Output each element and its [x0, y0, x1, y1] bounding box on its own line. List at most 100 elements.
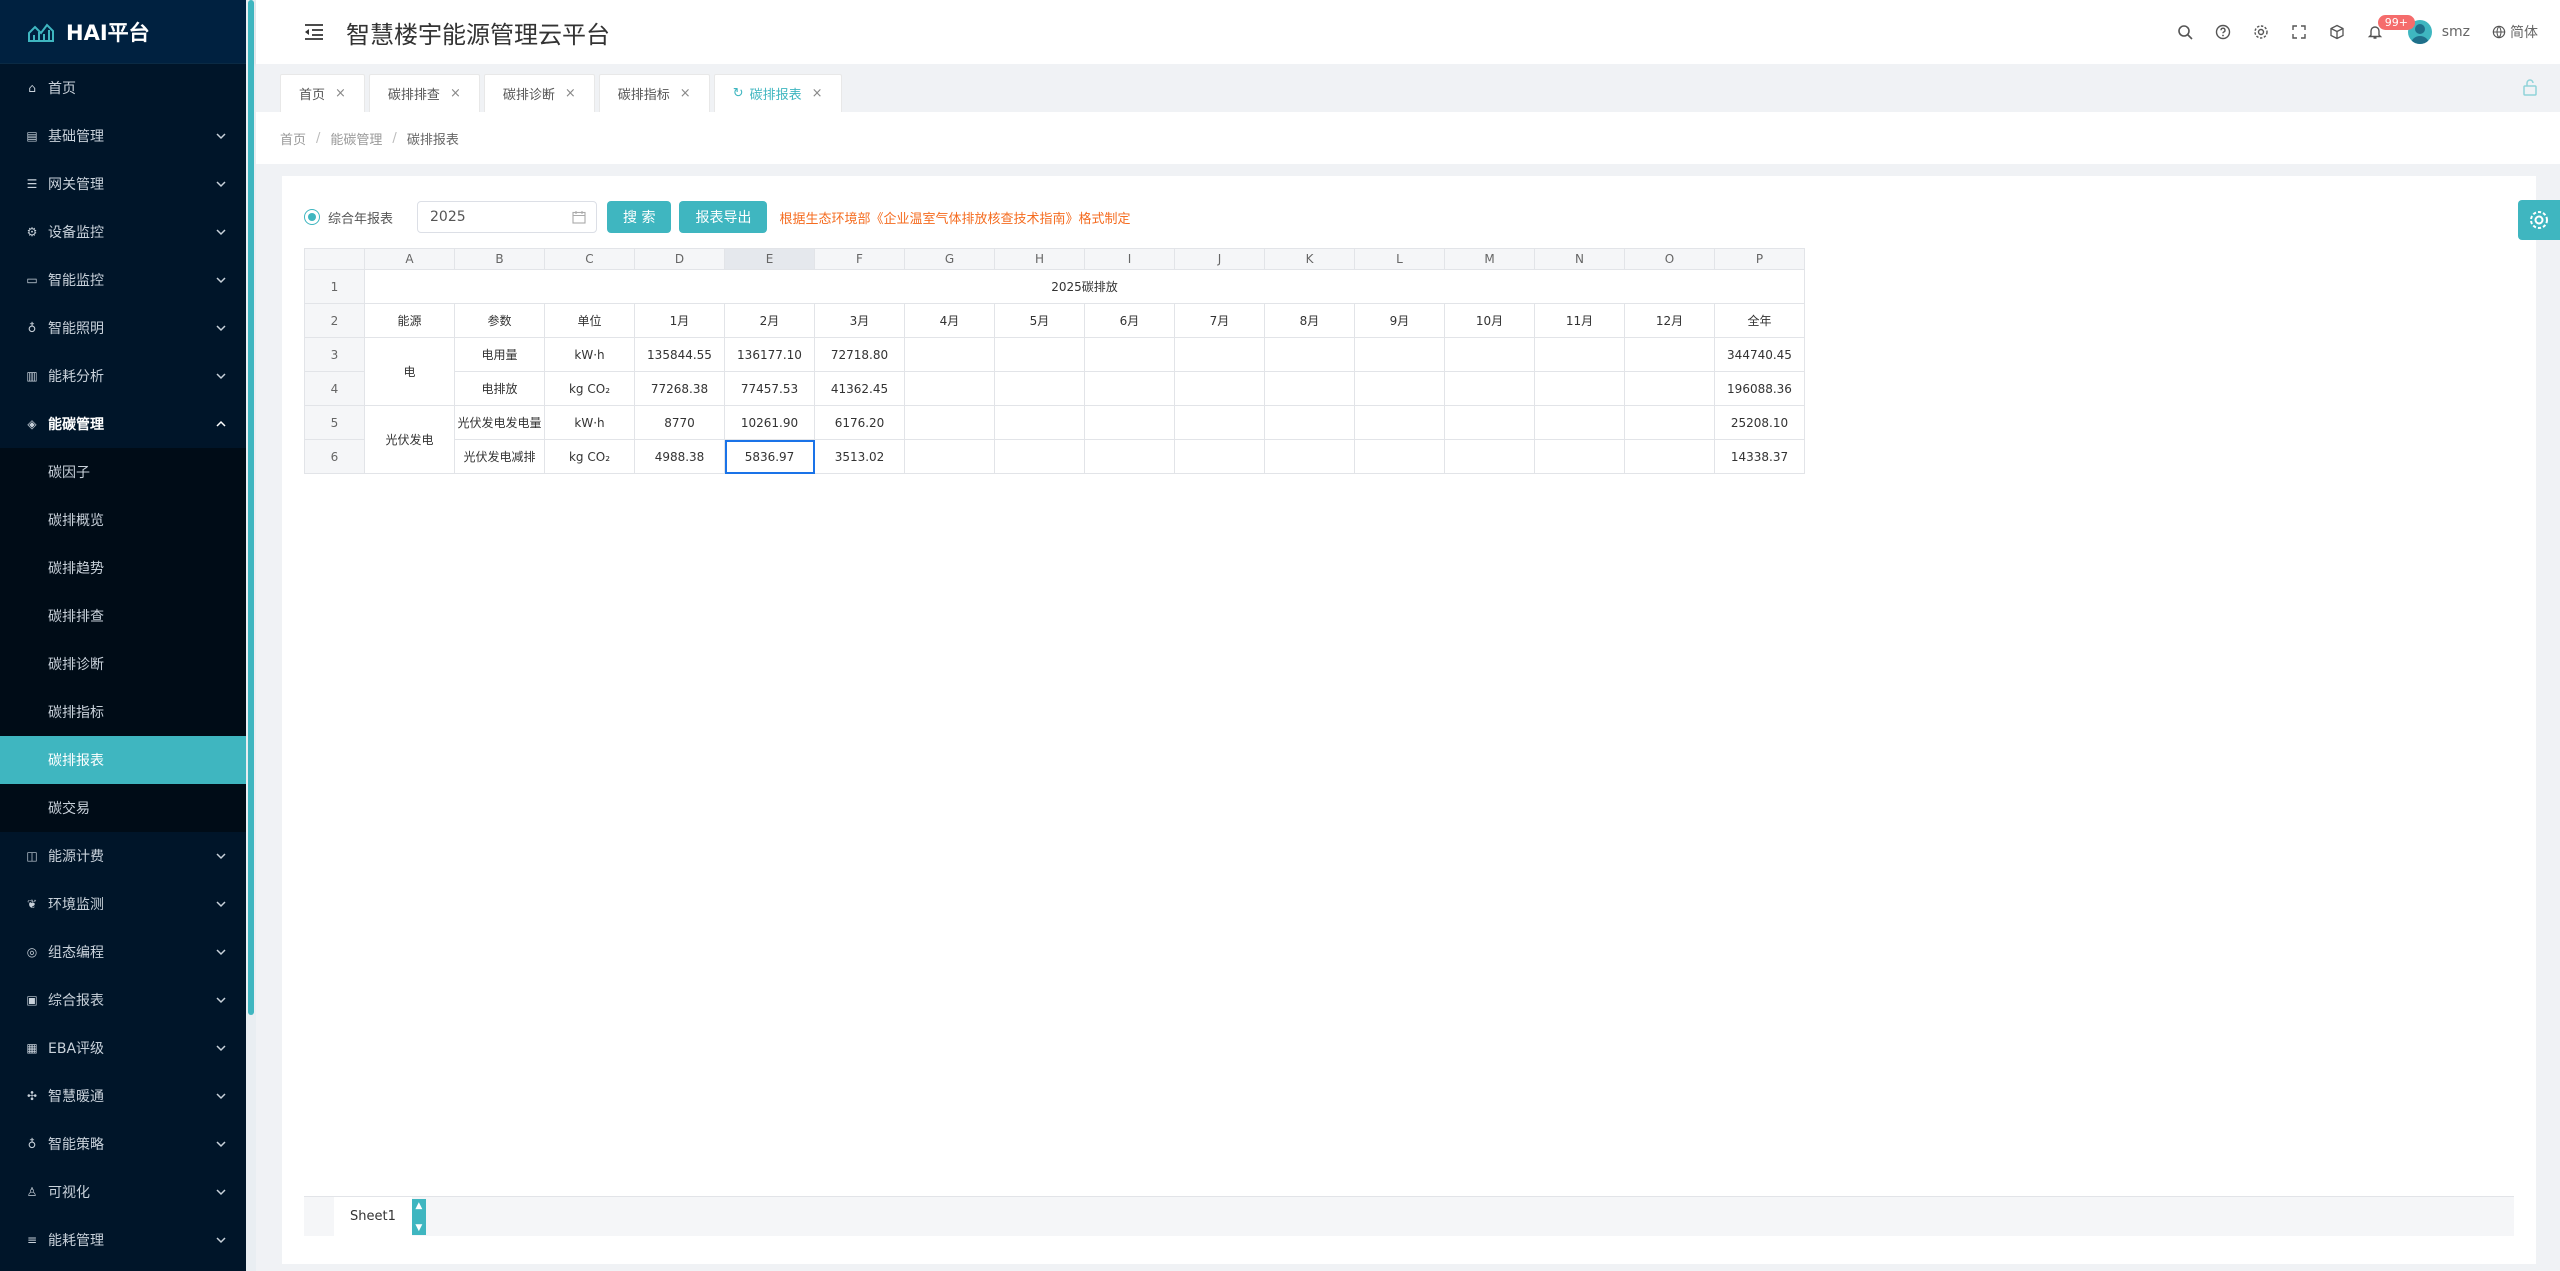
search-button[interactable]: 搜 索	[607, 201, 672, 233]
refresh-icon[interactable]: ↻	[733, 86, 744, 101]
value-cell[interactable]: 4988.38	[634, 439, 725, 474]
column-header[interactable]: J	[1174, 248, 1265, 270]
settings-button[interactable]	[2242, 17, 2280, 47]
value-cell[interactable]: 77457.53	[724, 371, 815, 406]
header-cell[interactable]: 4月	[904, 303, 995, 338]
package-button[interactable]	[2318, 17, 2356, 47]
header-cell[interactable]: 全年	[1714, 303, 1805, 338]
header-cell[interactable]: 单位	[544, 303, 635, 338]
scrollbar-thumb[interactable]	[248, 0, 254, 1015]
unit-cell[interactable]: kg CO₂	[544, 439, 635, 474]
value-cell[interactable]: 135844.55	[634, 337, 725, 372]
value-cell[interactable]: 77268.38	[634, 371, 725, 406]
value-cell[interactable]	[1534, 439, 1625, 474]
header-cell[interactable]: 9月	[1354, 303, 1445, 338]
value-cell[interactable]	[1444, 337, 1535, 372]
sidebar-item-13[interactable]: ✣ 智慧暖通	[0, 1072, 246, 1120]
close-icon[interactable]: ×	[565, 86, 576, 101]
sidebar-subitem[interactable]: 碳因子	[0, 448, 246, 496]
header-cell[interactable]: 10月	[1444, 303, 1535, 338]
row-header[interactable]: 6	[304, 439, 365, 474]
sidebar-item-7[interactable]: ◈ 能碳管理	[0, 400, 246, 448]
value-cell[interactable]	[1084, 439, 1175, 474]
value-cell[interactable]	[1354, 439, 1445, 474]
sidebar-item-15[interactable]: ♙ 可视化	[0, 1168, 246, 1216]
total-cell[interactable]: 25208.10	[1714, 405, 1805, 440]
unit-cell[interactable]: kW·h	[544, 405, 635, 440]
value-cell[interactable]	[1084, 371, 1175, 406]
tab-item[interactable]: 碳排指标 ×	[598, 74, 710, 112]
value-cell[interactable]	[1174, 405, 1265, 440]
value-cell[interactable]	[1354, 405, 1445, 440]
annual-report-radio[interactable]	[304, 209, 320, 225]
value-cell[interactable]	[1444, 371, 1535, 406]
value-cell[interactable]	[994, 439, 1085, 474]
value-cell[interactable]: 72718.80	[814, 337, 905, 372]
value-cell[interactable]	[1534, 371, 1625, 406]
sidebar-item-3[interactable]: ⚙ 设备监控	[0, 208, 246, 256]
settings-drawer-button[interactable]	[2518, 200, 2560, 240]
value-cell[interactable]	[1444, 439, 1535, 474]
header-cell[interactable]: 8月	[1264, 303, 1355, 338]
header-cell[interactable]: 7月	[1174, 303, 1265, 338]
value-cell[interactable]	[904, 337, 995, 372]
value-cell[interactable]	[1174, 371, 1265, 406]
value-cell[interactable]	[1264, 439, 1355, 474]
tab-item[interactable]: ↻ 碳排报表 ×	[713, 74, 842, 112]
value-cell[interactable]	[1624, 405, 1715, 440]
tab-item[interactable]: 碳排诊断 ×	[483, 74, 595, 112]
sheet-scroll-buttons[interactable]: ▲ ▼	[411, 1198, 426, 1235]
total-cell[interactable]: 196088.36	[1714, 371, 1805, 406]
sidebar-subitem[interactable]: 碳排排查	[0, 592, 246, 640]
column-header[interactable]: H	[994, 248, 1085, 270]
help-button[interactable]	[2204, 17, 2242, 47]
column-header[interactable]: E	[724, 248, 815, 270]
sidebar-subitem[interactable]: 碳排概览	[0, 496, 246, 544]
value-cell[interactable]	[1084, 337, 1175, 372]
collapse-menu-button[interactable]	[302, 20, 326, 44]
value-cell[interactable]: 136177.10	[724, 337, 815, 372]
value-cell[interactable]: 8770	[634, 405, 725, 440]
value-cell[interactable]: 3513.02	[814, 439, 905, 474]
sidebar-item-5[interactable]: ♁ 智能照明	[0, 304, 246, 352]
value-cell[interactable]	[904, 439, 995, 474]
header-cell[interactable]: 能源	[364, 303, 455, 338]
lock-icon[interactable]	[2522, 78, 2538, 96]
value-cell[interactable]	[1534, 337, 1625, 372]
scroll-up-icon[interactable]: ▲	[415, 1201, 422, 1211]
header-cell[interactable]: 2月	[724, 303, 815, 338]
source-cell[interactable]: 电	[364, 337, 455, 406]
header-cell[interactable]: 1月	[634, 303, 725, 338]
scroll-down-icon[interactable]: ▼	[415, 1223, 422, 1233]
sidebar-subitem[interactable]: 碳排指标	[0, 688, 246, 736]
total-cell[interactable]: 14338.37	[1714, 439, 1805, 474]
year-picker[interactable]: 2025	[417, 201, 598, 233]
sidebar-item-9[interactable]: ❦ 环境监测	[0, 880, 246, 928]
column-header[interactable]: K	[1264, 248, 1355, 270]
sidebar-item-4[interactable]: ▭ 智能监控	[0, 256, 246, 304]
row-header[interactable]: 1	[304, 269, 365, 304]
tab-item[interactable]: 首页 ×	[280, 74, 365, 112]
fullscreen-button[interactable]	[2280, 17, 2318, 47]
row-header[interactable]: 5	[304, 405, 365, 440]
param-cell[interactable]: 电用量	[454, 337, 545, 372]
column-header[interactable]: N	[1534, 248, 1625, 270]
value-cell[interactable]	[904, 405, 995, 440]
value-cell[interactable]	[1174, 337, 1265, 372]
search-button[interactable]	[2166, 17, 2204, 47]
column-header[interactable]: F	[814, 248, 905, 270]
value-cell[interactable]	[1264, 371, 1355, 406]
logo[interactable]: HAI平台	[0, 0, 246, 64]
selected-cell[interactable]: 5836.97	[724, 439, 815, 474]
column-header[interactable]: P	[1714, 248, 1805, 270]
sidebar-subitem[interactable]: 碳交易	[0, 784, 246, 832]
sidebar-item-1[interactable]: ▤ 基础管理	[0, 112, 246, 160]
sidebar-item-2[interactable]: ☰ 网关管理	[0, 160, 246, 208]
sidebar-item-16[interactable]: ≡ 能耗管理	[0, 1216, 246, 1264]
column-header[interactable]: I	[1084, 248, 1175, 270]
column-header[interactable]: M	[1444, 248, 1535, 270]
column-header[interactable]: O	[1624, 248, 1715, 270]
sidebar-scrollbar[interactable]	[246, 0, 256, 1271]
column-header[interactable]: B	[454, 248, 545, 270]
header-cell[interactable]: 5月	[994, 303, 1085, 338]
